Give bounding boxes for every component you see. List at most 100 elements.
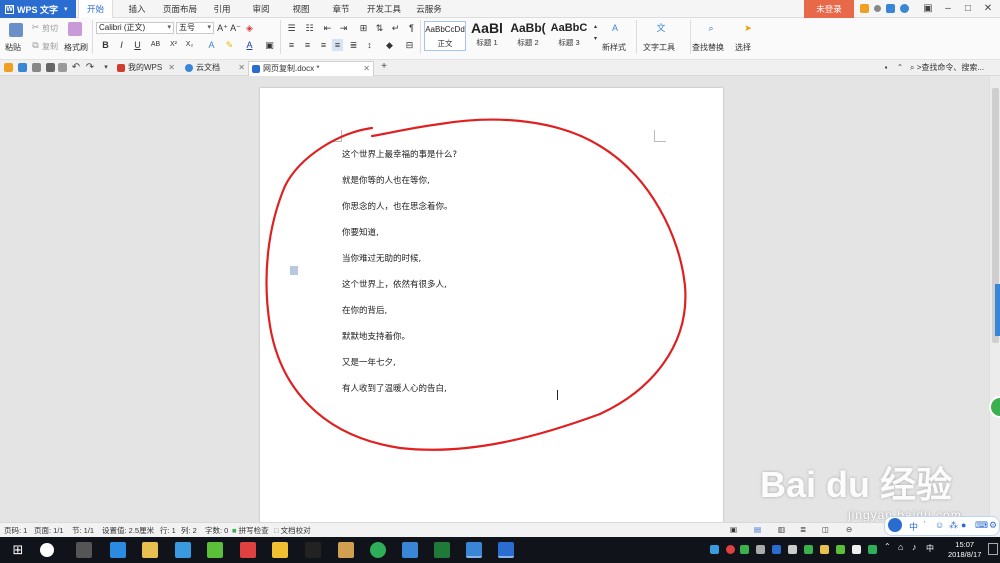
text-tools-button[interactable]: 文字工具 [643, 42, 675, 53]
undo-icon[interactable]: ↶ [70, 62, 82, 73]
store-icon[interactable] [175, 542, 191, 558]
font-color-icon[interactable]: A [244, 39, 255, 51]
tab-chapter[interactable]: 章节 [327, 0, 355, 18]
chevron-up-icon[interactable]: ⌃ [894, 62, 906, 73]
tab-home[interactable]: 开始 [78, 0, 113, 18]
settings-icon[interactable] [874, 5, 881, 12]
style-heading-1[interactable]: AaBl 标题 1 [467, 21, 507, 51]
search-icon[interactable] [40, 543, 54, 557]
shrink-font-icon[interactable]: A⁻ [230, 22, 241, 34]
tab-active-document[interactable]: 网页复制.docx * ✕ [248, 61, 374, 76]
style-scroll-icon[interactable]: ▴ ▾ [590, 21, 601, 42]
feedback-icon[interactable] [886, 4, 895, 13]
clock[interactable]: 15:07 2018/8/17 [948, 540, 981, 560]
gear-icon[interactable]: ⚙ [989, 520, 997, 531]
notifications-icon[interactable] [988, 543, 998, 555]
bullet-list-icon[interactable]: ☰ [286, 22, 297, 34]
tray-icon[interactable] [772, 545, 781, 554]
cut-button[interactable]: 剪切 [42, 23, 58, 34]
tab-view[interactable]: 视图 [287, 0, 315, 18]
wps-writer-icon[interactable] [498, 542, 514, 558]
export-icon[interactable] [58, 63, 67, 72]
tray-icon[interactable] [710, 545, 719, 554]
chinese-layout-icon[interactable]: ⊞ [358, 22, 369, 34]
ime-indicator-icon[interactable]: 中 [926, 543, 934, 554]
tray-icon[interactable] [740, 545, 749, 554]
qq-icon[interactable] [305, 542, 321, 558]
command-search-input[interactable]: ⌕ >查找命令、搜索... [910, 62, 1000, 74]
print-icon[interactable] [32, 63, 41, 72]
ime-logo-icon[interactable] [888, 518, 902, 532]
increase-indent-icon[interactable]: ⇥ [338, 22, 349, 34]
char-border-icon[interactable]: ▣ [264, 39, 275, 51]
font-name-select[interactable]: Calibri (正文) ▾ [96, 22, 174, 34]
shield-icon[interactable] [804, 545, 813, 554]
style-normal[interactable]: AaBbCcDd 正文 [424, 21, 466, 51]
maximize-icon[interactable]: □ [962, 3, 974, 14]
tray-icon[interactable] [852, 545, 861, 554]
outline-view-icon[interactable]: ≣ [800, 525, 806, 534]
task-view-icon[interactable] [76, 542, 92, 558]
browser-icon[interactable] [370, 542, 386, 558]
web-view-icon[interactable]: ▥ [778, 525, 785, 534]
pin-icon[interactable]: ▪ [880, 62, 892, 73]
start-icon[interactable]: ⊞ [10, 542, 26, 558]
wechat-tray-icon[interactable] [836, 545, 845, 554]
numbered-list-icon[interactable]: ☷ [304, 22, 315, 34]
strikethrough-icon[interactable]: AB [150, 39, 161, 51]
align-right-icon[interactable]: ≡ [318, 39, 329, 51]
text-effect-icon[interactable]: A [206, 39, 217, 51]
side-panel-tab[interactable] [995, 284, 1000, 336]
style-heading-3[interactable]: AaBbC 标题 3 [549, 21, 589, 51]
app-icon[interactable] [466, 542, 482, 558]
format-painter-button[interactable]: 格式刷 [64, 42, 88, 53]
tray-icon[interactable] [756, 545, 765, 554]
emoji-icon[interactable]: ☺ [935, 520, 944, 530]
page-view-icon[interactable]: ▤ [754, 525, 761, 534]
spell-check-button[interactable]: ■ 拼写检查 [232, 525, 269, 536]
help-icon[interactable] [900, 4, 909, 13]
paste-button[interactable]: 粘贴 [5, 42, 21, 53]
copy-icon[interactable]: ⧉ [30, 39, 41, 51]
keyboard-icon[interactable]: ⌨ [975, 520, 988, 531]
distributed-icon[interactable]: ≣ [348, 39, 359, 51]
volume-icon[interactable]: ♪ [912, 542, 917, 552]
scissors-icon[interactable]: ✂ [30, 21, 41, 33]
chevron-down-icon[interactable]: ▾ [100, 62, 112, 73]
select-button[interactable]: 选择 [735, 42, 751, 53]
wechat-icon[interactable] [207, 542, 223, 558]
tab-cloud-docs[interactable]: 云文档 ✕ [182, 61, 248, 76]
microphone-icon[interactable]: ● [961, 520, 966, 530]
copy-button[interactable]: 复制 [42, 41, 58, 52]
align-left-icon[interactable]: ≡ [286, 39, 297, 51]
restore-icon[interactable]: ▣ [922, 3, 934, 14]
tab-page-layout[interactable]: 页面布局 [158, 0, 202, 18]
edge-browser-icon[interactable] [110, 542, 126, 558]
preview-icon[interactable] [46, 63, 55, 72]
shading-icon[interactable]: ◆ [384, 39, 395, 51]
close-icon[interactable]: ✕ [982, 3, 994, 14]
tab-my-wps[interactable]: 我的WPS ✕ [114, 61, 178, 76]
app-icon[interactable] [338, 542, 354, 558]
font-size-select[interactable]: 五号 ▾ [176, 22, 214, 34]
grow-font-icon[interactable]: A⁺ [217, 22, 228, 34]
tab-developer[interactable]: 开发工具 [363, 0, 405, 18]
decrease-indent-icon[interactable]: ⇤ [322, 22, 333, 34]
fullwidth-icon[interactable]: ⁂ [949, 520, 958, 531]
tab-references[interactable]: 引用 [208, 0, 236, 18]
cursor-icon[interactable]: ➤ [741, 22, 755, 34]
redo-icon[interactable]: ↷ [84, 62, 96, 73]
tray-icon[interactable] [820, 545, 829, 554]
superscript-icon[interactable]: X² [168, 39, 179, 51]
borders-icon[interactable]: ⊟ [404, 39, 415, 51]
subscript-icon[interactable]: X₂ [184, 39, 195, 51]
app-icon[interactable] [402, 542, 418, 558]
zoom-out-icon[interactable]: ⊖ [846, 525, 852, 534]
highlight-icon[interactable]: ✎ [224, 39, 235, 51]
close-icon[interactable]: ✕ [238, 61, 245, 75]
new-tab-icon[interactable]: + [378, 61, 390, 72]
login-button[interactable]: 未登录 [804, 0, 854, 18]
doc-proofread-button[interactable]: □ 文档校对 [274, 525, 311, 536]
tab-cloud-service[interactable]: 云服务 [411, 0, 447, 18]
chevron-up-icon[interactable]: ⌃ [884, 542, 891, 551]
